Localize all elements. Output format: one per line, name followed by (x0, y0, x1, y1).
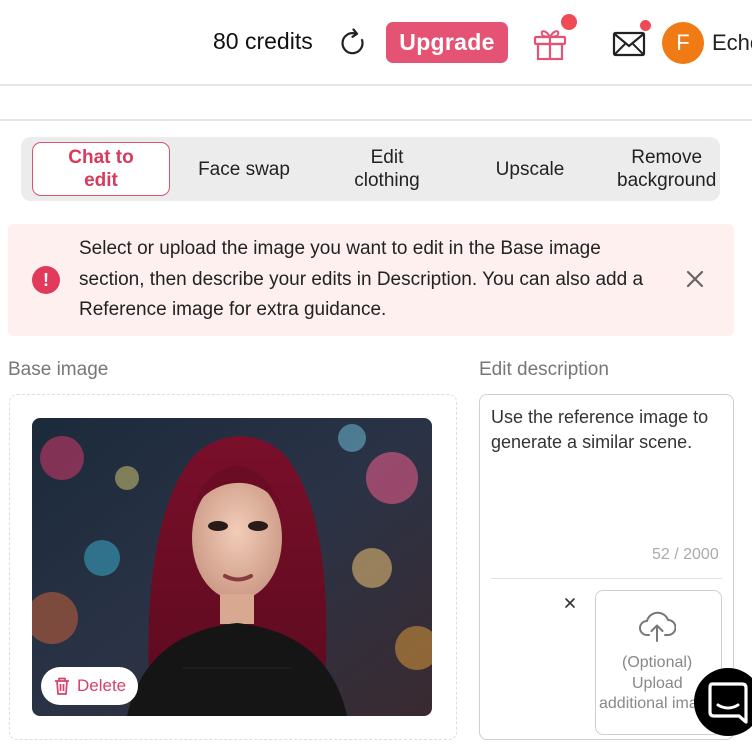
close-icon[interactable] (683, 267, 707, 291)
tab-chat-to-edit[interactable]: Chat to edit (32, 142, 170, 196)
description-textarea[interactable]: Use the reference image to generate a si… (491, 405, 721, 454)
info-banner: ! Select or upload the image you want to… (8, 224, 734, 336)
upgrade-button[interactable]: Upgrade (386, 22, 508, 63)
credits-count: 80 credits (213, 28, 313, 54)
tool-tabs: Chat to edit Face swap Edit clothing Ups… (21, 137, 720, 201)
gift-notification-dot (561, 14, 577, 30)
delete-button[interactable]: Delete (41, 667, 138, 705)
close-icon[interactable] (563, 596, 577, 610)
avatar[interactable]: F (662, 22, 704, 64)
edit-description-label: Edit description (479, 359, 609, 380)
tab-upscale[interactable]: Upscale (459, 137, 601, 201)
gift-icon[interactable] (531, 24, 569, 62)
refresh-icon[interactable] (338, 28, 368, 58)
info-text: Select or upload the image you want to e… (79, 238, 644, 320)
description-divider (491, 578, 722, 579)
tab-remove-background[interactable]: Remove background (617, 137, 720, 201)
base-image-label: Base image (8, 359, 109, 380)
chat-icon (708, 682, 748, 724)
delete-label: Delete (77, 676, 127, 695)
username[interactable]: Echo (712, 30, 752, 56)
support-chat-button[interactable] (694, 668, 752, 736)
character-counter: 52 / 2000 (652, 546, 719, 563)
top-bar: 80 credits Upgrade F Echo (0, 0, 752, 86)
mail-notification-dot (640, 20, 651, 31)
info-icon: ! (32, 266, 60, 294)
mail-icon[interactable] (612, 30, 646, 58)
trash-icon (55, 677, 69, 695)
tab-face-swap[interactable]: Face swap (173, 137, 315, 201)
tab-edit-clothing[interactable]: Edit clothing (316, 137, 458, 201)
section-divider (0, 119, 752, 121)
cloud-upload-icon (639, 611, 676, 642)
